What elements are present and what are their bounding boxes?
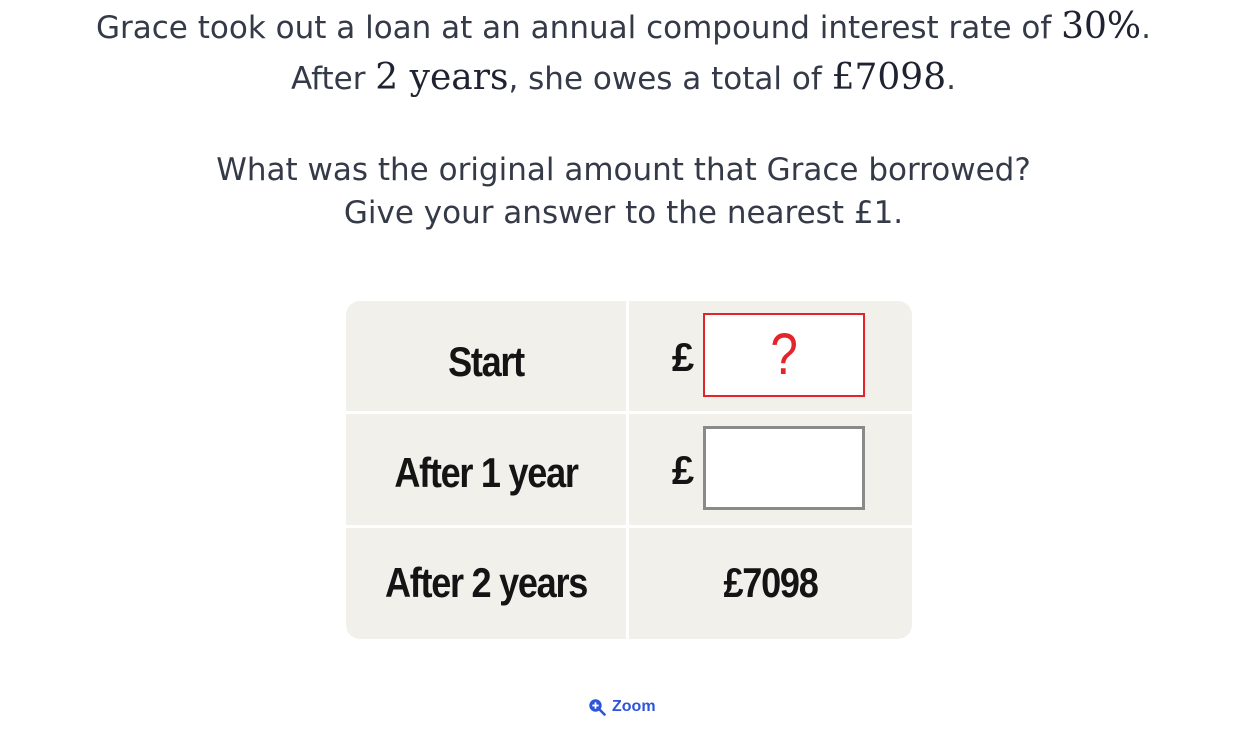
start-amount-input[interactable]: ?: [703, 313, 865, 397]
row-label-after-1-year: After 1 year: [394, 449, 579, 496]
row-label-after-2-years: After 2 years: [384, 559, 588, 606]
question-line-1: Grace took out a loan at an annual compo…: [0, 2, 1247, 53]
row-label-start: Start: [448, 338, 525, 385]
question-period: .: [1141, 10, 1151, 46]
unknown-marker: ?: [770, 322, 798, 387]
prompt-question: What was the original amount that Grace …: [216, 152, 1031, 188]
currency-symbol: £: [671, 335, 695, 380]
after-1-year-input[interactable]: [703, 426, 865, 510]
question-text: Grace took out a loan at an annual compo…: [96, 10, 1062, 46]
zoom-in-icon: [588, 698, 606, 716]
total-owed: £7098: [831, 57, 947, 98]
question-period: .: [946, 61, 956, 97]
prompt-instruction: Give your answer to the nearest £1.: [343, 195, 904, 231]
years-value: 2 years: [375, 57, 509, 98]
loan-table: Start £ ? After 1 year £ After 2 years £…: [346, 301, 912, 639]
question-text: After: [291, 61, 376, 97]
interest-rate: 30%: [1061, 6, 1142, 47]
zoom-button[interactable]: Zoom: [588, 694, 656, 720]
zoom-label: Zoom: [612, 698, 656, 715]
after-2-years-value: £7098: [723, 559, 818, 606]
currency-symbol: £: [671, 448, 695, 493]
question-text: , she owes a total of: [508, 61, 832, 97]
question-line-2: After 2 years, she owes a total of £7098…: [0, 53, 1247, 104]
column-divider: [626, 301, 629, 639]
